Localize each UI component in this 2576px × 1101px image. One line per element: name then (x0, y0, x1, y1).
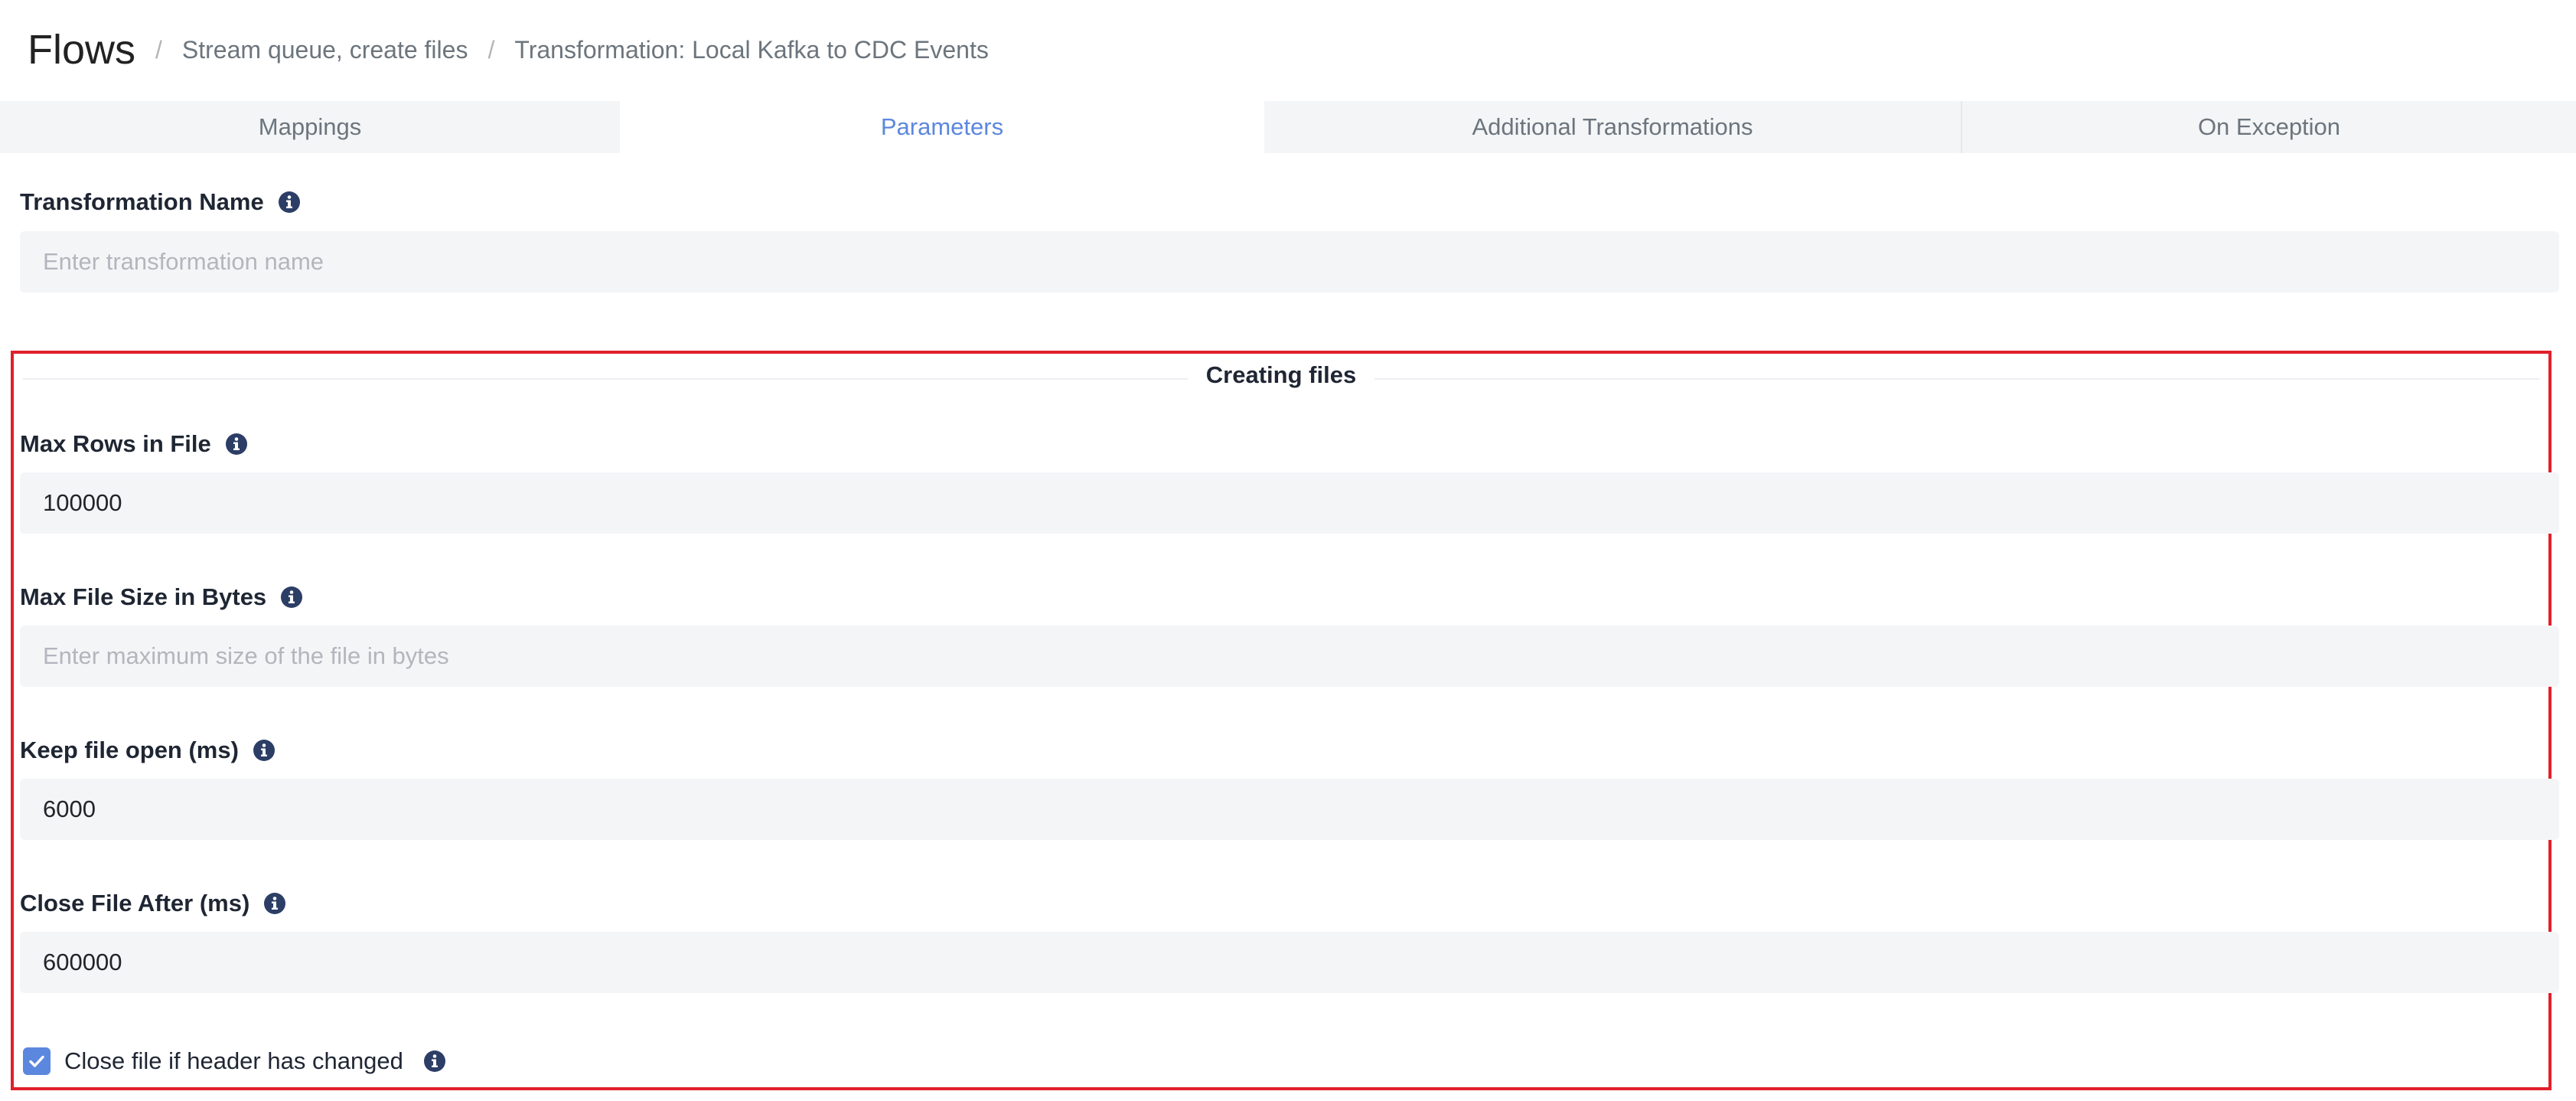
creating-files-title: Creating files (1187, 361, 1375, 388)
breadcrumb-item-flow[interactable]: Stream queue, create files (182, 36, 468, 64)
info-circle-icon[interactable] (423, 1050, 446, 1073)
tab-additional-transformations[interactable]: Additional Transformations (1264, 101, 1961, 153)
transformation-name-label-text: Transformation Name (20, 188, 264, 215)
keep-file-open-label: Keep file open (ms) (20, 737, 276, 764)
breadcrumb-separator: / (487, 35, 495, 64)
tab-on-exception[interactable]: On Exception (1962, 101, 2576, 153)
section-title: Creating files (14, 361, 2548, 389)
close-file-after-input[interactable] (20, 932, 2559, 993)
info-circle-icon[interactable] (280, 586, 303, 609)
transformation-name-input[interactable] (20, 231, 2559, 292)
max-file-size-input[interactable] (20, 626, 2559, 687)
info-circle-icon[interactable] (263, 892, 286, 915)
tab-mappings[interactable]: Mappings (0, 101, 620, 153)
max-rows-label-text: Max Rows in File (20, 430, 211, 457)
breadcrumb-separator: / (155, 35, 162, 64)
close-file-after-label-text: Close File After (ms) (20, 890, 250, 916)
max-file-size-label-text: Max File Size in Bytes (20, 583, 267, 610)
info-circle-icon[interactable] (225, 433, 248, 456)
max-rows-label: Max Rows in File (20, 430, 248, 458)
breadcrumb-item-transformation: Transformation: Local Kafka to CDC Event… (514, 35, 989, 64)
close-file-after-label: Close File After (ms) (20, 890, 286, 917)
close-on-header-change-row: Close file if header has changed (23, 1044, 446, 1078)
keep-file-open-label-text: Keep file open (ms) (20, 737, 239, 763)
max-rows-input[interactable] (20, 472, 2559, 534)
page-title[interactable]: Flows (28, 26, 135, 74)
close-on-header-change-label[interactable]: Close file if header has changed (64, 1047, 403, 1075)
info-circle-icon[interactable] (278, 191, 301, 214)
tab-bar: Mappings Parameters Additional Transform… (0, 101, 2576, 153)
tab-parameters[interactable]: Parameters (620, 101, 1264, 153)
transformation-name-label: Transformation Name (20, 188, 301, 216)
keep-file-open-input[interactable] (20, 779, 2559, 840)
breadcrumb: Flows / Stream queue, create files / Tra… (0, 0, 2576, 100)
info-circle-icon[interactable] (253, 739, 276, 762)
check-icon (29, 1055, 44, 1067)
max-file-size-label: Max File Size in Bytes (20, 583, 303, 611)
close-on-header-change-checkbox[interactable] (23, 1047, 51, 1075)
